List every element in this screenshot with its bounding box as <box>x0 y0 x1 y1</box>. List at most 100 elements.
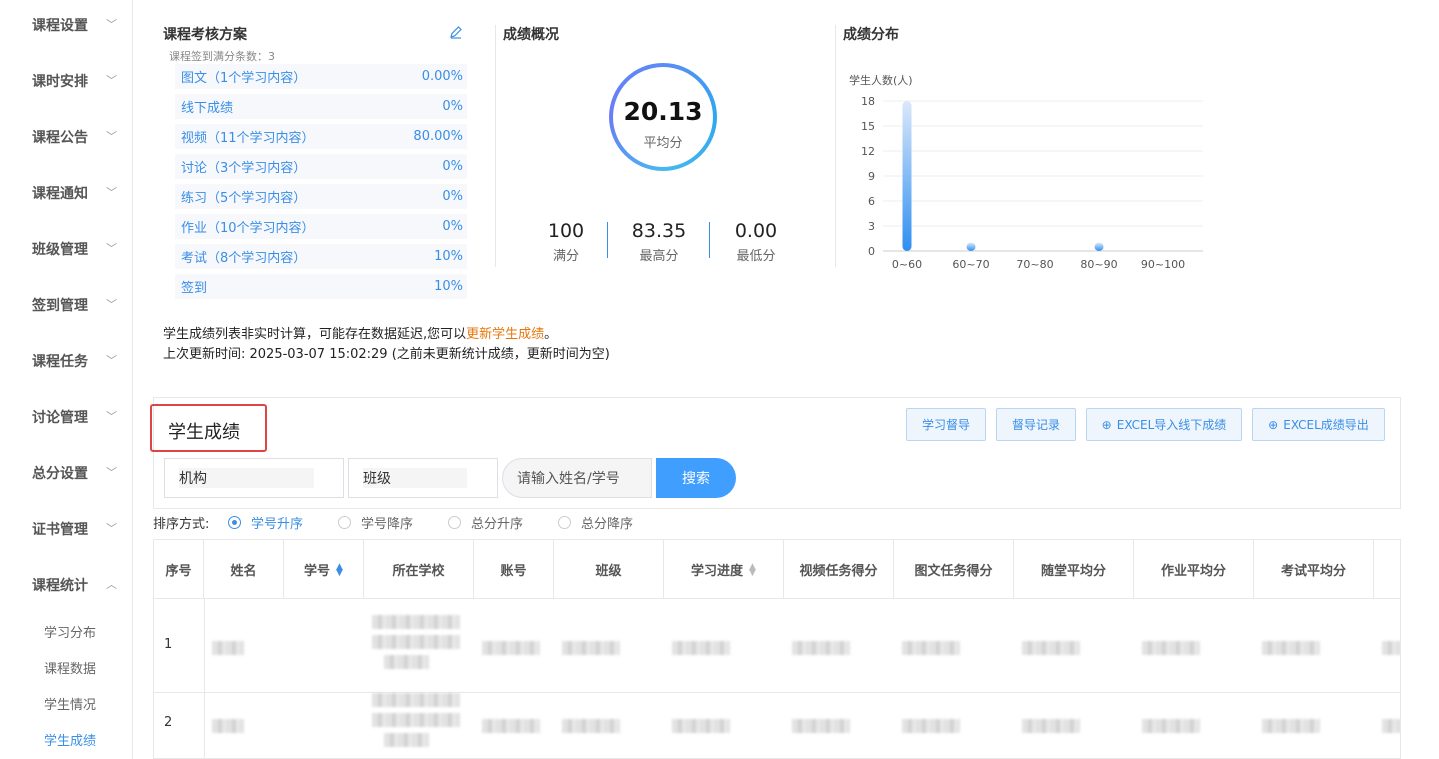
radio-label: 学号升序 <box>251 516 304 532</box>
scheme-item-percent: 10% <box>434 249 463 264</box>
min-score-label: 最低分 <box>736 249 776 264</box>
sort-caret-icon: ▲ ▼ <box>749 561 756 578</box>
supervision-records-button[interactable]: 督导记录 <box>996 408 1076 441</box>
redacted-cell <box>482 719 540 733</box>
distribution-bar[interactable] <box>902 101 912 251</box>
sidebar-group-checkin[interactable]: 签到管理 ﹀ <box>32 295 127 315</box>
org-select[interactable]: 机构 <box>164 458 344 498</box>
distribution-chart: 学生人数(人) 0 3 6 9 12 15 18 0~60 60~70 70~80 80~90 90~1… <box>849 73 1203 271</box>
table-row[interactable]: 1 <box>154 599 1400 693</box>
export-grades-button[interactable]: ⊕ EXCEL成绩导出 <box>1252 408 1385 441</box>
sidebar-group-discussion[interactable]: 讨论管理 ﹀ <box>32 407 127 427</box>
column-header: 所在学校 <box>364 540 474 599</box>
sidebar-group-schedule[interactable]: 课时安排 ﹀ <box>32 71 127 91</box>
distribution-title: 成绩分布 <box>843 27 899 43</box>
radio-label: 总分降序 <box>581 516 634 532</box>
sidebar-subitem-student-status[interactable]: 学生情况 <box>44 694 96 713</box>
sidebar-group-notifications[interactable]: 课程通知 ﹀ <box>32 183 127 203</box>
sort-total-desc-radio[interactable]: 总分降序 <box>558 514 634 532</box>
redacted-cell <box>1382 641 1400 655</box>
redacted-cell <box>212 641 244 655</box>
sidebar-group-tasks[interactable]: 课程任务 ﹀ <box>32 351 127 371</box>
sidebar-subitem-student-grades[interactable]: 学生成绩 <box>44 730 96 749</box>
chevron-down-icon: ﹀ <box>106 466 117 479</box>
redacted-cell <box>1382 719 1400 733</box>
column-header: 账号 <box>474 540 554 599</box>
chevron-up-icon: ︿ <box>106 578 117 591</box>
redacted-cell <box>672 641 730 655</box>
redacted-cell <box>562 719 620 733</box>
redacted-cell <box>384 733 429 747</box>
chevron-down-icon: ﹀ <box>106 242 117 255</box>
redacted-cell <box>1142 641 1200 655</box>
x-tick-label: 90~100 <box>1141 258 1185 271</box>
sidebar-subitem-learning-distribution[interactable]: 学习分布 <box>44 622 96 641</box>
max-score-label: 最高分 <box>639 249 679 264</box>
radio-label: 学号降序 <box>361 516 414 532</box>
class-select[interactable]: 班级 <box>348 458 498 498</box>
sidebar-group-certificates[interactable]: 证书管理 ﹀ <box>32 519 127 539</box>
search-button-label: 搜索 <box>682 471 710 487</box>
table-row[interactable]: 2 <box>154 693 1400 758</box>
column-header: 班级 <box>554 540 664 599</box>
scheme-row: 线下成绩 0% <box>175 94 467 119</box>
radio-dot <box>558 515 571 529</box>
search-placeholder: 请输入姓名/学号 <box>517 471 620 487</box>
average-score-ring: 20.13 平均分 <box>609 63 717 171</box>
update-grades-link[interactable]: 更新学生成绩 <box>466 327 544 342</box>
radio-label: 总分升序 <box>471 516 524 532</box>
name-search-input[interactable]: 请输入姓名/学号 <box>502 458 652 498</box>
import-offline-grades-button[interactable]: ⊕ EXCEL导入线下成绩 <box>1086 408 1242 441</box>
stat-divider <box>607 222 608 258</box>
scheme-item-label: 签到 <box>181 281 208 296</box>
sidebar-subitem-course-data[interactable]: 课程数据 <box>44 658 96 677</box>
sort-id-asc-radio[interactable]: 学号升序 <box>228 514 304 532</box>
sort-total-asc-radio[interactable]: 总分升序 <box>448 514 524 532</box>
distribution-bar[interactable] <box>1094 242 1104 251</box>
average-score-label: 平均分 <box>643 136 683 151</box>
sidebar-group-label: 课程任务 <box>32 354 88 370</box>
scheme-item-label: 视频（11个学习内容） <box>181 131 315 146</box>
radio-dot <box>228 515 241 529</box>
scheme-item-percent: 0.00% <box>421 69 463 84</box>
edit-icon[interactable] <box>449 24 463 39</box>
study-supervision-button[interactable]: 学习督导 <box>906 408 986 441</box>
sort-id-desc-radio[interactable]: 学号降序 <box>338 514 414 532</box>
chevron-down-icon: ﹀ <box>106 410 117 423</box>
full-score-value: 100 <box>547 220 585 242</box>
sidebar-group-announcements[interactable]: 课程公告 ﹀ <box>32 127 127 147</box>
scheme-row: 签到 10% <box>175 274 467 299</box>
scheme-title: 课程考核方案 <box>163 27 247 43</box>
average-score-value: 20.13 <box>623 97 703 126</box>
column-header: 作业平均分 <box>1134 540 1254 599</box>
column-header[interactable]: 学习进度 ▲ ▼ <box>664 540 784 599</box>
scheme-row: 作业（10个学习内容） 0% <box>175 214 467 239</box>
row-index: 1 <box>164 637 173 652</box>
notice-text: 学生成绩列表非实时计算，可能存在数据延迟,您可以 <box>163 327 467 342</box>
chevron-down-icon: ﹀ <box>106 18 117 31</box>
button-label: 学习督导 <box>921 418 970 432</box>
scheme-row: 练习（5个学习内容） 0% <box>175 184 467 209</box>
sidebar-group-statistics[interactable]: 课程统计 ︿ <box>32 575 127 595</box>
column-header[interactable]: 学号 ▲ ▼ <box>284 540 364 599</box>
redacted-cell <box>902 719 960 733</box>
sidebar-group-label: 证书管理 <box>32 522 88 538</box>
scheme-item-percent: 10% <box>434 279 463 294</box>
distribution-bar[interactable] <box>966 242 976 251</box>
x-tick-label: 0~60 <box>892 258 922 271</box>
full-score-label: 满分 <box>552 249 579 264</box>
search-button[interactable]: 搜索 <box>656 458 736 498</box>
sidebar-group-label: 总分设置 <box>32 466 88 482</box>
y-tick-label: 9 <box>868 170 875 183</box>
sidebar-group-class-management[interactable]: 班级管理 ﹀ <box>32 239 127 259</box>
column-header: 随堂平均分 <box>1014 540 1134 599</box>
chevron-down-icon: ﹀ <box>106 522 117 535</box>
org-select-value: 机构 <box>179 468 314 488</box>
scheme-item-label: 图文（1个学习内容） <box>181 71 307 86</box>
column-header: 图文任务得分 <box>894 540 1014 599</box>
sidebar-group-course-settings[interactable]: 课程设置 ﹀ <box>32 15 127 35</box>
redacted-cell <box>792 719 850 733</box>
x-tick-label: 70~80 <box>1016 258 1053 271</box>
sidebar-group-total-score[interactable]: 总分设置 ﹀ <box>32 463 127 483</box>
sidebar-group-label: 课时安排 <box>32 74 88 90</box>
